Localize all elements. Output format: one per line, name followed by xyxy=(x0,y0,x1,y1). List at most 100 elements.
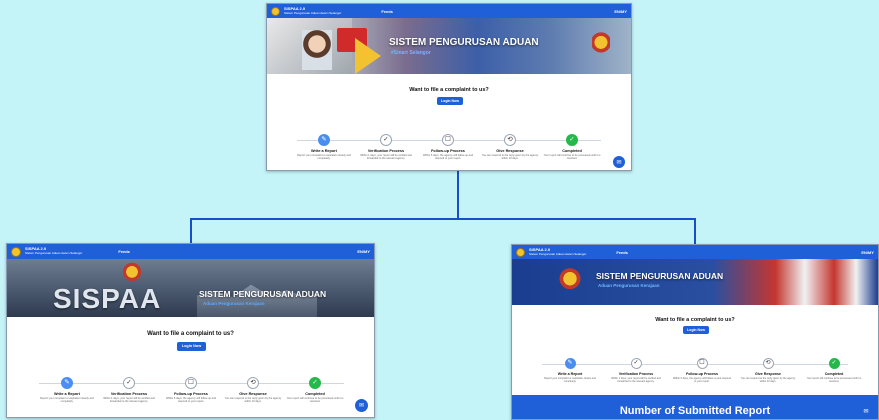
step-title: Give Response xyxy=(496,149,524,153)
banner-title: SISTEM PENGURUSAN ADUAN xyxy=(596,271,724,281)
step-4: ⟲ Give Response You can respond to the rep… xyxy=(481,134,539,160)
pencil-icon: ✎ xyxy=(318,134,330,146)
nav-feeds-link[interactable]: Feeds xyxy=(616,250,628,255)
step-title: Write a Report xyxy=(54,392,80,396)
step-title: Write a Report xyxy=(557,372,583,376)
hero-banner: SISTEM PENGURUSAN ADUAN Aduan Pengurusan… xyxy=(512,259,878,305)
chat-fab-button[interactable]: ✉ xyxy=(613,156,625,168)
complaint-cta-title: Want to file a complaint to us? xyxy=(655,317,735,323)
connector-vertical-top xyxy=(457,171,459,219)
language-toggle[interactable]: EN/MY xyxy=(861,250,874,255)
login-button[interactable]: Login Now xyxy=(177,342,206,351)
coat-of-arms-icon xyxy=(592,32,610,58)
step-5: ✓ Completed Your report will continue to b… xyxy=(804,358,864,383)
chat-fab-button[interactable]: ✉ xyxy=(355,399,368,412)
pencil-icon: ✎ xyxy=(61,377,73,389)
step-description: Within 5 days, the agency will follow up… xyxy=(422,154,474,161)
step-1: ✎ Write a Report Report your complaint or … xyxy=(295,134,353,160)
step-description: Within 1 days, your report will be verif… xyxy=(103,397,155,404)
selangor-logo-icon xyxy=(516,247,525,257)
brand[interactable]: SISPAA 2.0 Sistem Pengurusan Aduan Awam … xyxy=(529,247,587,256)
coat-of-arms-icon xyxy=(558,267,582,293)
step-1: ✎ Write a Report Report your complaint or … xyxy=(37,377,97,403)
step-title: Verification Process xyxy=(618,372,654,376)
banner-building-silhouette xyxy=(197,284,317,317)
reply-icon: ⟲ xyxy=(762,358,774,369)
step-4: ⟲ Give Response You can respond to the rep… xyxy=(738,358,798,383)
coat-of-arms-icon xyxy=(121,262,143,284)
brand-subtitle: Sistem Pengurusan Aduan Awam Selangor xyxy=(529,251,587,256)
step-description: Report your complaint or aspiration clea… xyxy=(40,397,94,404)
step-description: Within 1 days, your report will be verif… xyxy=(360,154,412,161)
banner-arrow-yellow xyxy=(355,38,381,74)
login-button[interactable]: Login Now xyxy=(683,326,709,334)
step-description: You can respond to the reply given by th… xyxy=(224,397,282,404)
brand[interactable]: SISPAA 2.0 Sistem Pengurusan Aduan Awam … xyxy=(284,6,342,15)
check-circle-icon: ✓ xyxy=(123,377,135,389)
step-1: ✎ Write a Report Report your complaint or … xyxy=(540,358,600,383)
step-description: Your report will continue to be processe… xyxy=(286,397,344,404)
step-title: Follow-up Process xyxy=(431,149,465,153)
check-icon: ✓ xyxy=(309,377,321,389)
step-3: ☐ Follow-up Process Within 5 days, the age… xyxy=(161,377,221,403)
step-title: Write a Report xyxy=(311,149,337,153)
step-description: Report your complaint or aspiration clea… xyxy=(297,154,351,161)
banner-subtitle: Aduan Pengurusan Kerajaan xyxy=(598,283,660,288)
connector-right-drop xyxy=(694,218,696,245)
stats-title: Number of Submitted Report xyxy=(619,405,771,417)
hero-banner: SISTEM PENGURUSAN ADUAN #Smart Selangor xyxy=(267,18,631,74)
language-toggle[interactable]: EN/MY xyxy=(357,249,370,254)
screenshot-top: SISPAA 2.0 Sistem Pengurusan Aduan Awam … xyxy=(266,3,632,171)
check-icon: ✓ xyxy=(566,134,578,146)
complaint-cta-title: Want to file a complaint to us? xyxy=(147,331,234,337)
connector-left-drop xyxy=(190,218,192,244)
selangor-logo-icon xyxy=(11,246,21,257)
step-4: ⟲ Give Response You can respond to the rep… xyxy=(223,377,283,403)
nav-feeds-link[interactable]: Feeds xyxy=(118,249,130,254)
step-description: Your report will continue to be processe… xyxy=(543,154,601,161)
reply-icon: ⟲ xyxy=(247,377,259,389)
step-title: Give Response xyxy=(755,372,781,376)
brand-subtitle: Sistem Pengurusan Aduan Awam Selangor xyxy=(25,251,83,256)
navbar: SISPAA 2.0 Sistem Pengurusan Aduan Awam … xyxy=(267,4,631,18)
brand-subtitle: Sistem Pengurusan Aduan Awam Selangor xyxy=(284,10,342,15)
navbar: SISPAA 2.0 Sistem Pengurusan Aduan Awam … xyxy=(512,245,878,259)
login-button[interactable]: Login Now xyxy=(437,97,463,105)
screenshot-left: SISPAA 2.0 Sistem Pengurusan Aduan Awam … xyxy=(6,243,375,418)
connector-horizontal xyxy=(190,218,696,220)
step-3: ☐ Follow-up Process Within 5 days, the age… xyxy=(672,358,732,383)
step-title: Completed xyxy=(562,149,582,153)
chat-icon: ☐ xyxy=(442,134,454,146)
step-title: Follow-up Process xyxy=(174,392,208,396)
step-title: Verification Process xyxy=(110,392,148,396)
check-icon: ✓ xyxy=(828,358,840,369)
hero-banner: SISPAA SISTEM PENGURUSAN ADUAN Aduan Pen… xyxy=(7,259,374,317)
banner-subtitle: Aduan Pengurusan Kerajaan xyxy=(203,301,265,306)
banner-big-logo: SISPAA xyxy=(53,283,162,314)
pencil-icon: ✎ xyxy=(564,358,576,369)
brand[interactable]: SISPAA 2.0 Sistem Pengurusan Aduan Awam … xyxy=(25,247,82,255)
banner-photo-woman xyxy=(302,30,332,70)
banner-title: SISTEM PENGURUSAN ADUAN xyxy=(389,37,539,48)
step-2: ✓ Verification Process Within 1 days, your… xyxy=(606,358,666,383)
step-title: Verification Process xyxy=(367,149,405,153)
language-toggle[interactable]: EN/MY xyxy=(614,9,627,14)
screenshot-right: SISPAA 2.0 Sistem Pengurusan Aduan Awam … xyxy=(511,244,879,420)
chat-fab-button[interactable]: ✉ xyxy=(860,405,872,417)
step-description: You can respond to the reply given by th… xyxy=(481,154,539,161)
step-title: Completed xyxy=(824,372,844,376)
check-circle-icon: ✓ xyxy=(630,358,642,369)
chat-icon: ☐ xyxy=(185,377,197,389)
step-2: ✓ Verification Process Within 1 days, your… xyxy=(357,134,415,160)
step-description: Within 5 days, the agency will follow up… xyxy=(673,377,731,383)
step-description: Your report will continue to be processe… xyxy=(806,377,862,383)
banner-title: SISTEM PENGURUSAN ADUAN xyxy=(199,289,327,299)
step-title: Follow-up Process xyxy=(686,372,718,376)
navbar: SISPAA 2.0 Sistem Pengurusan Aduan Awam … xyxy=(7,244,374,259)
chat-icon: ☐ xyxy=(696,358,708,369)
nav-feeds-link[interactable]: Feeds xyxy=(381,9,393,14)
step-description: Report your complaint or aspiration clea… xyxy=(544,377,596,383)
step-title: Give Response xyxy=(239,392,267,396)
reply-icon: ⟲ xyxy=(504,134,516,146)
step-5: ✓ Completed Your report will continue to b… xyxy=(285,377,345,403)
